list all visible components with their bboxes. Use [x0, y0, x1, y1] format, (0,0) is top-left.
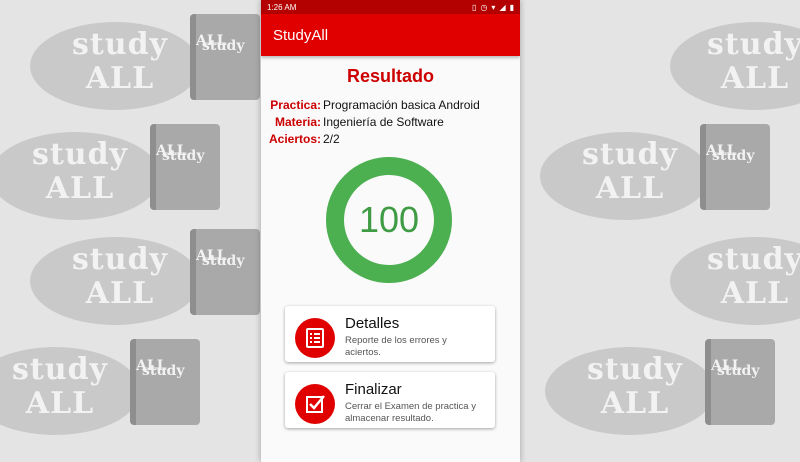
watermark-logo: study ALL: [555, 10, 800, 120]
finish-title: Finalizar: [345, 381, 402, 398]
watermark-logo: study ALL: [555, 225, 800, 335]
watermark-logo: study ALL study ALL: [30, 225, 270, 335]
subject-label: Materia:: [274, 115, 321, 129]
finish-description: Cerrar el Examen de practica y almacenar …: [345, 401, 476, 424]
score-value: 100: [358, 199, 420, 240]
details-title: Detalles: [345, 315, 400, 332]
signal-icon: ◢: [499, 2, 506, 12]
subject-value: Ingeniería de Software: [323, 115, 444, 129]
result-info: Practica: Programación basica Android Ma…: [261, 97, 520, 148]
app-title: StudyAll: [273, 26, 329, 44]
watermark-logo: study ALL study ALL: [540, 120, 780, 230]
hits-value: 2/2: [323, 132, 340, 146]
score-ring: 100: [325, 156, 453, 284]
details-card[interactable]: Detalles Reporte de los errores y acierto…: [285, 306, 495, 362]
practice-value: Programación basica Android: [323, 98, 480, 112]
watermark-logo: study ALL study ALL: [30, 10, 270, 120]
watermark-logo: study ALL study ALL: [545, 335, 785, 445]
list-icon: [295, 318, 335, 358]
battery-icon: ▮: [509, 2, 514, 12]
wifi-icon: ▾: [491, 2, 496, 12]
checkbox-icon: [295, 384, 335, 424]
vibrate-icon: ▯: [472, 2, 477, 12]
status-time: 1:26 AM: [267, 2, 297, 12]
watermark-logo: study ALL study ALL: [0, 335, 210, 445]
app-bar: StudyAll: [261, 14, 520, 56]
watermark-logo: study ALL study ALL: [0, 120, 230, 230]
status-bar: 1:26 AM ▯ ◷ ▾ ◢ ▮: [261, 0, 520, 14]
finish-card[interactable]: Finalizar Cerrar el Examen de practica y…: [285, 372, 495, 428]
phone-screen: 1:26 AM ▯ ◷ ▾ ◢ ▮ StudyAll Resultado Pra…: [261, 0, 520, 462]
page-title: Resultado: [346, 66, 434, 86]
alarm-icon: ◷: [480, 2, 488, 12]
hits-label: Aciertos:: [268, 132, 321, 146]
details-description: Reporte de los errores y aciertos.: [345, 335, 447, 358]
practice-label: Practica:: [270, 98, 321, 112]
